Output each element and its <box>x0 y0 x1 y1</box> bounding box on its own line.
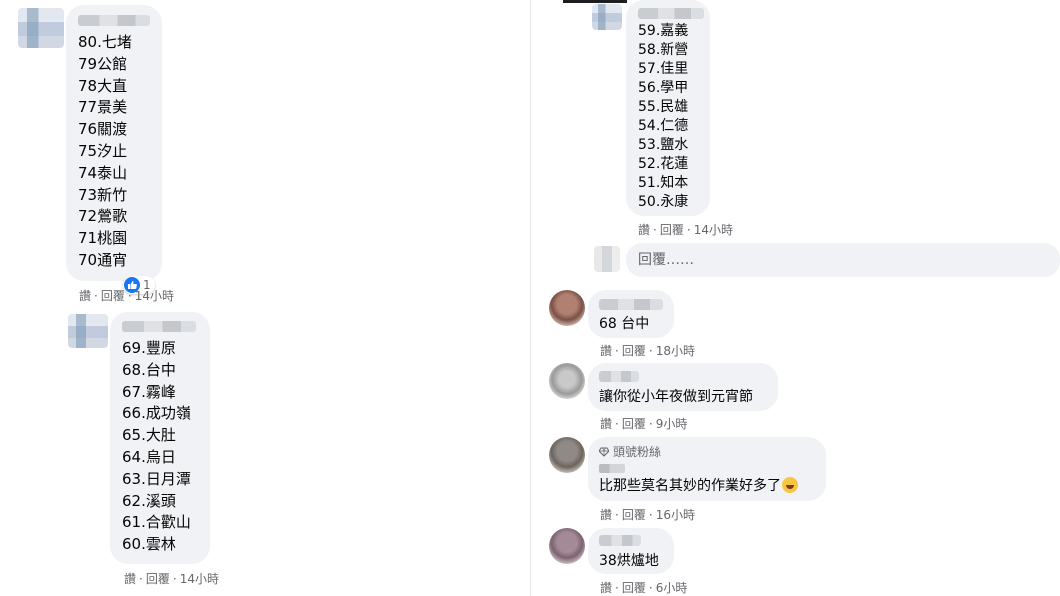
comment-text: 比那些莫名其妙的作業好多了 <box>599 476 826 496</box>
timestamp[interactable]: 14小時 <box>180 572 219 586</box>
comment-bubble: 讓你從小年夜做到元宵節 <box>588 363 778 411</box>
comment-text: 68 台中 <box>599 316 650 332</box>
like-link[interactable]: 讚 <box>79 289 91 303</box>
reply-placeholder: 回覆…… <box>638 252 694 268</box>
reply-link[interactable]: 回覆 <box>660 223 684 237</box>
like-link[interactable]: 讚 <box>638 223 650 237</box>
reply-link[interactable]: 回覆 <box>101 289 125 303</box>
comment-text: 38烘爐地 <box>599 553 659 569</box>
avatar[interactable] <box>549 290 585 326</box>
reply-link[interactable]: 回覆 <box>622 581 646 595</box>
avatar[interactable] <box>592 4 622 30</box>
like-link[interactable]: 讚 <box>600 417 612 431</box>
like-link[interactable]: 讚 <box>600 581 612 595</box>
avatar[interactable] <box>549 437 585 473</box>
avatar[interactable] <box>549 528 585 564</box>
column-divider <box>530 0 531 596</box>
laughing-face-icon <box>782 477 798 493</box>
commenter-name[interactable] <box>599 535 641 546</box>
comment-actions: 讚 · 回覆 · 9小時 <box>600 417 688 431</box>
comment-text: 讓你從小年夜做到元宵節 <box>599 389 753 405</box>
timestamp[interactable]: 18小時 <box>656 344 695 358</box>
comment-bubble: 80.七堵 79公館 78大直 77景美 76關渡 75汐止 74泰山 73新竹 72鶯… <box>66 5 162 281</box>
commenter-name[interactable] <box>599 371 639 382</box>
comment-text: 80.七堵 79公館 78大直 77景美 76關渡 75汐止 74泰山 73新竹 72鶯… <box>78 33 132 269</box>
timestamp[interactable]: 14小時 <box>694 223 733 237</box>
commenter-name[interactable] <box>599 464 625 473</box>
timestamp[interactable]: 9小時 <box>656 417 688 431</box>
commenter-name[interactable] <box>638 8 704 19</box>
comment-actions: 讚 · 回覆 · 14小時 <box>79 289 174 303</box>
reply-input[interactable]: 回覆…… <box>626 243 1060 277</box>
comment-actions: 讚 · 回覆 · 6小時 <box>600 581 688 595</box>
comment-actions: 讚 · 回覆 · 16小時 <box>600 508 695 522</box>
reply-link[interactable]: 回覆 <box>146 572 170 586</box>
reply-link[interactable]: 回覆 <box>622 508 646 522</box>
top-fan-badge[interactable]: 頭號粉絲 <box>599 443 826 460</box>
comment-bubble: 69.豐原 68.台中 67.霧峰 66.成功嶺 65.大肚 64.烏日 63.日月潭… <box>110 312 210 564</box>
comment-bubble: 38烘爐地 <box>588 528 674 574</box>
comment-actions: 讚 · 回覆 · 14小時 <box>124 572 219 586</box>
avatar[interactable] <box>18 8 64 48</box>
timestamp[interactable]: 6小時 <box>656 581 688 595</box>
avatar <box>594 246 620 272</box>
timestamp[interactable]: 14小時 <box>135 289 174 303</box>
avatar[interactable] <box>68 314 108 348</box>
diamond-icon <box>599 447 609 457</box>
comment-bubble: 頭號粉絲 比那些莫名其妙的作業好多了 <box>588 437 826 501</box>
like-link[interactable]: 讚 <box>600 508 612 522</box>
commenter-name[interactable] <box>122 321 196 332</box>
reply-link[interactable]: 回覆 <box>622 344 646 358</box>
comment-text: 69.豐原 68.台中 67.霧峰 66.成功嶺 65.大肚 64.烏日 63.日月潭… <box>122 339 191 554</box>
comment-bubble: 59.嘉義 58.新營 57.佳里 56.學甲 55.民雄 54.仁德 53.鹽水 52… <box>626 0 710 216</box>
comment-actions: 讚 · 回覆 · 14小時 <box>638 223 733 237</box>
commenter-name[interactable] <box>599 299 663 310</box>
avatar[interactable] <box>549 363 585 399</box>
top-strip <box>563 0 627 3</box>
badge-label: 頭號粉絲 <box>613 445 662 459</box>
timestamp[interactable]: 16小時 <box>656 508 695 522</box>
reply-link[interactable]: 回覆 <box>622 417 646 431</box>
comment-text: 59.嘉義 58.新營 57.佳里 56.學甲 55.民雄 54.仁德 53.鹽水 52… <box>638 23 689 210</box>
comment-actions: 讚 · 回覆 · 18小時 <box>600 344 695 358</box>
like-link[interactable]: 讚 <box>124 572 136 586</box>
comment-bubble: 68 台中 <box>588 290 674 338</box>
commenter-name[interactable] <box>78 15 150 26</box>
like-link[interactable]: 讚 <box>600 344 612 358</box>
